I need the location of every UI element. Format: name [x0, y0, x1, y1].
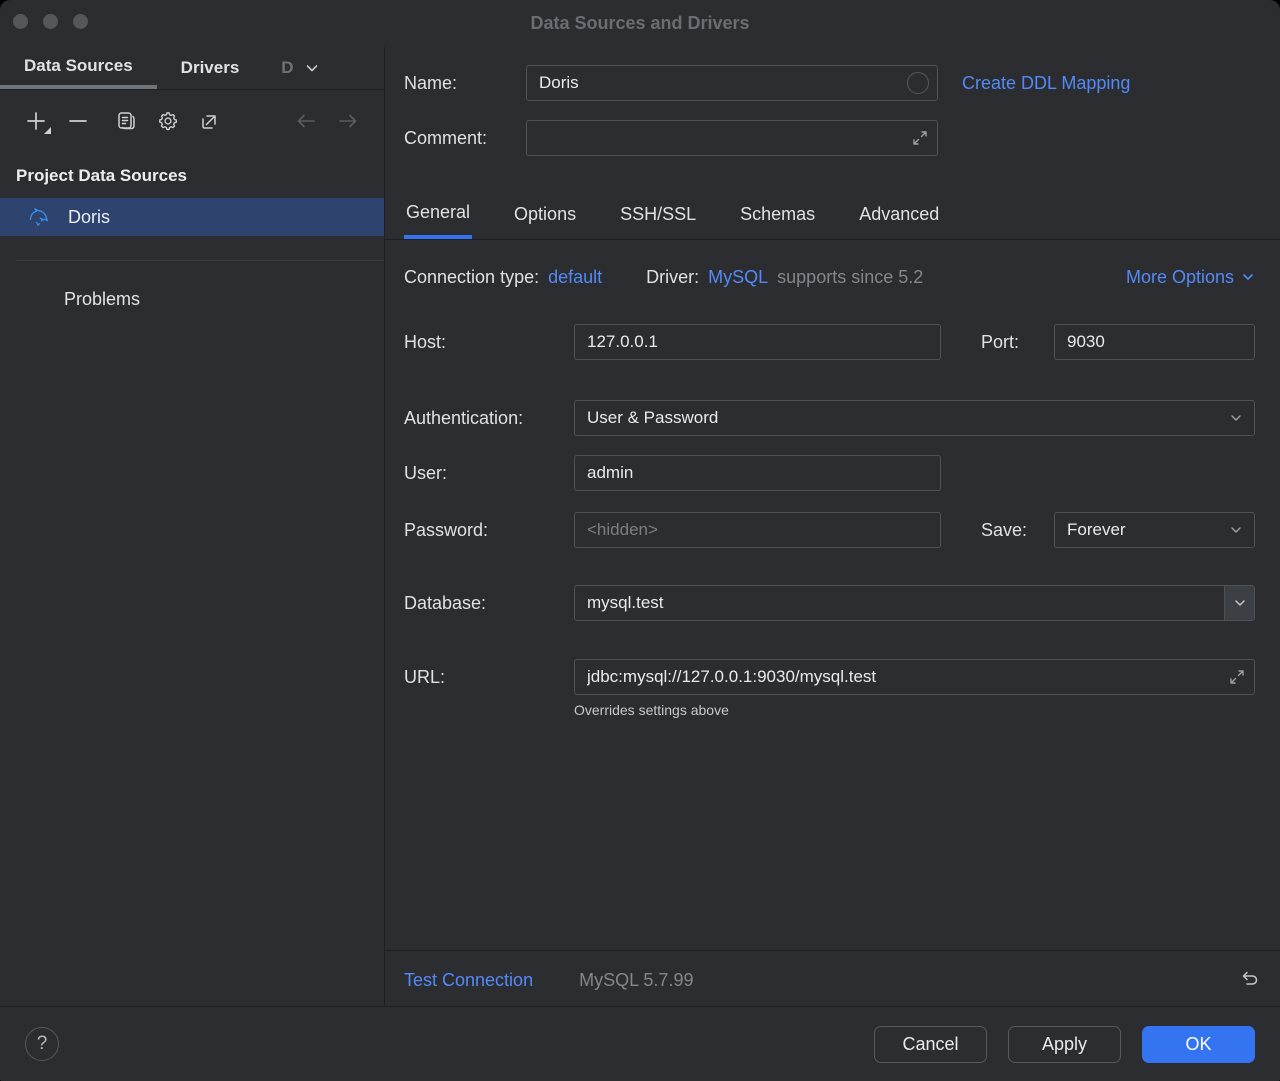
ok-button[interactable]: OK — [1142, 1026, 1255, 1063]
data-source-label: Doris — [68, 207, 110, 228]
database-label: Database: — [404, 593, 574, 614]
refresh-circle-icon — [907, 72, 929, 94]
driver-label: Driver: — [646, 267, 699, 288]
comment-label: Comment: — [404, 128, 526, 149]
tab-schemas[interactable]: Schemas — [738, 190, 817, 239]
url-label: URL: — [404, 667, 574, 688]
gear-icon — [157, 110, 179, 132]
port-input[interactable] — [1055, 325, 1254, 359]
save-select[interactable]: Forever — [1054, 512, 1255, 548]
connection-type-value[interactable]: default — [548, 267, 602, 288]
arrow-left-icon — [295, 110, 317, 132]
nav-arrows — [278, 107, 362, 135]
problems-item[interactable]: Problems — [0, 261, 384, 310]
port-field — [1054, 324, 1255, 360]
database-input[interactable] — [575, 586, 1254, 620]
url-input[interactable] — [575, 660, 1254, 694]
data-sources-dialog: Data Sources and Drivers Data Sources Dr… — [0, 0, 1280, 1081]
copy-icon — [115, 110, 137, 132]
settings-tabs: General Options SSH/SSL Schemas Advanced — [385, 190, 1280, 240]
host-field — [574, 324, 941, 360]
mysql-dolphin-icon — [28, 206, 52, 228]
project-data-sources-header: Project Data Sources — [0, 152, 384, 198]
database-dropdown-button[interactable] — [1224, 586, 1254, 620]
tab-advanced[interactable]: Advanced — [857, 190, 941, 239]
settings-button[interactable] — [154, 107, 182, 135]
password-label: Password: — [404, 520, 574, 541]
user-input[interactable] — [575, 456, 940, 490]
create-ddl-mapping-link[interactable]: Create DDL Mapping — [962, 73, 1130, 94]
driver-value[interactable]: MySQL — [708, 267, 768, 288]
expand-icon[interactable] — [911, 129, 929, 147]
name-input[interactable] — [527, 66, 937, 100]
back-button[interactable] — [292, 107, 320, 135]
chevron-down-icon — [1228, 522, 1244, 538]
tab-overflow[interactable]: D — [263, 47, 329, 89]
sidebar-toolbar — [0, 90, 384, 152]
password-input[interactable] — [575, 513, 940, 547]
connection-type-label: Connection type: — [404, 267, 539, 288]
duplicate-button[interactable] — [112, 107, 140, 135]
cancel-button[interactable]: Cancel — [874, 1026, 987, 1063]
remove-button[interactable] — [64, 107, 92, 135]
external-link-icon — [199, 110, 221, 132]
comment-input[interactable] — [527, 121, 937, 155]
name-field — [526, 65, 938, 101]
authentication-select[interactable]: User & Password — [574, 400, 1255, 436]
user-field — [574, 455, 941, 491]
database-combobox[interactable] — [574, 585, 1255, 621]
user-label: User: — [404, 463, 574, 484]
chevron-down-icon — [1228, 410, 1244, 426]
tab-data-sources[interactable]: Data Sources — [0, 47, 157, 89]
tab-drivers[interactable]: Drivers — [157, 47, 264, 89]
footer-separator — [385, 950, 1280, 951]
help-button[interactable]: ? — [25, 1027, 59, 1061]
port-label: Port: — [981, 332, 1054, 353]
authentication-label: Authentication: — [404, 408, 574, 429]
minus-icon — [67, 110, 89, 132]
data-source-row-doris[interactable]: Doris — [0, 198, 384, 236]
password-field — [574, 512, 941, 548]
sidebar-tabs: Data Sources Drivers D — [0, 47, 384, 90]
apply-button[interactable]: Apply — [1008, 1026, 1121, 1063]
chevron-down-icon — [304, 60, 320, 76]
server-version: MySQL 5.7.99 — [579, 970, 693, 991]
test-connection-link[interactable]: Test Connection — [404, 970, 533, 991]
driver-note: supports since 5.2 — [777, 267, 923, 288]
sidebar: Data Sources Drivers D — [0, 47, 385, 1007]
undo-icon — [1238, 969, 1260, 991]
expand-icon[interactable] — [1228, 668, 1246, 686]
comment-field — [526, 120, 938, 156]
question-icon: ? — [37, 1033, 48, 1055]
host-input[interactable] — [575, 325, 940, 359]
tab-general[interactable]: General — [404, 190, 472, 239]
save-label: Save: — [981, 520, 1054, 541]
name-label: Name: — [404, 73, 526, 94]
chevron-down-icon — [1241, 270, 1255, 284]
url-note: Overrides settings above — [574, 702, 729, 718]
tab-ssh-ssl[interactable]: SSH/SSL — [618, 190, 698, 239]
url-field — [574, 659, 1255, 695]
window-title: Data Sources and Drivers — [0, 0, 1280, 47]
arrow-right-icon — [337, 110, 359, 132]
forward-button[interactable] — [334, 107, 362, 135]
open-in-editor-button[interactable] — [196, 107, 224, 135]
add-button[interactable] — [22, 107, 50, 135]
titlebar: Data Sources and Drivers — [0, 0, 1280, 47]
revert-button[interactable] — [1238, 969, 1260, 991]
more-options-link[interactable]: More Options — [1126, 267, 1255, 288]
plus-icon — [25, 110, 47, 132]
tab-options[interactable]: Options — [512, 190, 578, 239]
host-label: Host: — [404, 332, 574, 353]
dialog-footer: ? Cancel Apply OK — [0, 1007, 1280, 1081]
main-panel: Name: Create DDL Mapping Comment: Genera… — [385, 47, 1280, 1007]
